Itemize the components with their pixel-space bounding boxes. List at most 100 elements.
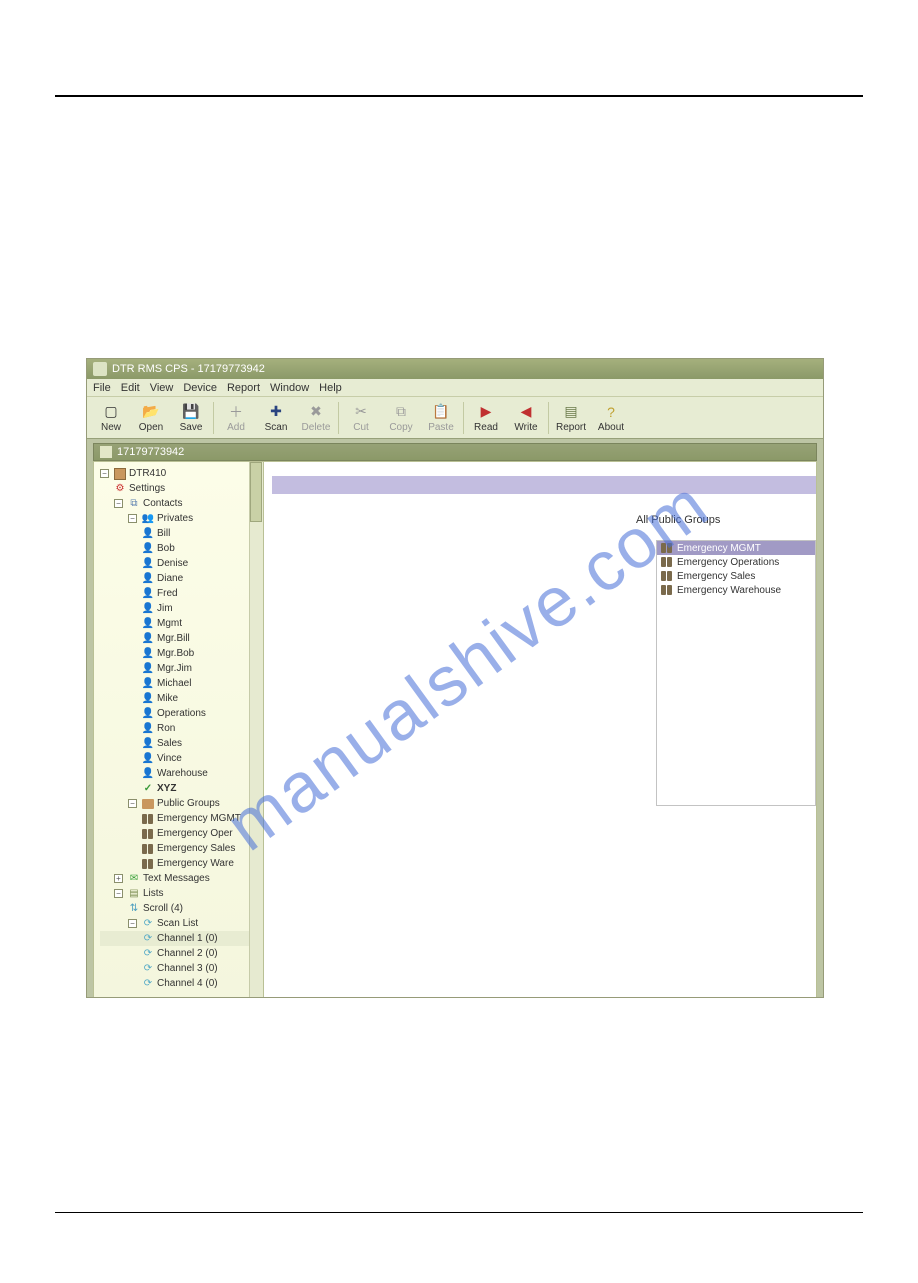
collapse-icon[interactable]: − bbox=[128, 919, 137, 928]
tree-label: Settings bbox=[129, 481, 165, 496]
person-icon: 👤 bbox=[142, 573, 154, 585]
tree-label: Vince bbox=[157, 751, 182, 766]
about-button[interactable]: ?About bbox=[591, 399, 631, 437]
tree-contact[interactable]: 👤Mgr.Bob bbox=[100, 646, 261, 661]
tree-contact[interactable]: 👤Sales bbox=[100, 736, 261, 751]
paste-button[interactable]: 📋Paste bbox=[421, 399, 461, 437]
tree-settings[interactable]: ⚙Settings bbox=[100, 481, 261, 496]
lists-icon: ▤ bbox=[128, 888, 140, 900]
page-top-rule bbox=[55, 95, 863, 97]
scan-button[interactable]: ✚Scan bbox=[256, 399, 296, 437]
tree-contact[interactable]: 👤Michael bbox=[100, 676, 261, 691]
tree-group[interactable]: Emergency Ware bbox=[100, 856, 261, 871]
delete-button[interactable]: ✖Delete bbox=[296, 399, 336, 437]
child-window-titlebar: 17179773942 bbox=[93, 443, 817, 461]
add-button[interactable]: ＋Add bbox=[216, 399, 256, 437]
menu-edit[interactable]: Edit bbox=[121, 382, 140, 394]
tree-contact[interactable]: 👤Vince bbox=[100, 751, 261, 766]
contacts-icon: ⧉ bbox=[128, 498, 140, 510]
tree-contact[interactable]: 👤Jim bbox=[100, 601, 261, 616]
tree-contact[interactable]: 👤Ron bbox=[100, 721, 261, 736]
write-button[interactable]: ◀Write bbox=[506, 399, 546, 437]
list-item[interactable]: Emergency Warehouse bbox=[657, 583, 815, 597]
tree-label: Channel 2 (0) bbox=[157, 946, 218, 961]
new-button[interactable]: ▢New bbox=[91, 399, 131, 437]
tree-root[interactable]: − DTR410 bbox=[100, 466, 261, 481]
child-window-title: 17179773942 bbox=[117, 446, 184, 458]
tree-contact[interactable]: 👤Operations bbox=[100, 706, 261, 721]
groups-listbox[interactable]: Emergency MGMT Emergency Operations Emer… bbox=[656, 540, 816, 806]
tree-contact[interactable]: 👤Diane bbox=[100, 571, 261, 586]
list-item[interactable]: Emergency MGMT bbox=[657, 541, 815, 555]
collapse-icon[interactable]: − bbox=[128, 514, 137, 523]
client-area: −DTR410 ⚙Settings −⧉Contacts −👥Privates … bbox=[93, 461, 817, 998]
list-item[interactable]: Emergency Operations bbox=[657, 555, 815, 569]
open-label: Open bbox=[139, 422, 163, 433]
tree-privates[interactable]: −👥Privates bbox=[100, 511, 261, 526]
channel-icon: ⟳ bbox=[142, 978, 154, 990]
tree-contact[interactable]: 👤Denise bbox=[100, 556, 261, 571]
tree-group[interactable]: Emergency MGMT bbox=[100, 811, 261, 826]
menu-file[interactable]: File bbox=[93, 382, 111, 394]
tree-contact[interactable]: 👤Mike bbox=[100, 691, 261, 706]
paste-icon: 📋 bbox=[432, 403, 450, 421]
person-icon: 👤 bbox=[142, 543, 154, 555]
open-button[interactable]: 📂Open bbox=[131, 399, 171, 437]
tree-contact[interactable]: 👤Warehouse bbox=[100, 766, 261, 781]
radio-icon bbox=[142, 813, 154, 825]
scroll-icon: ⇅ bbox=[128, 903, 140, 915]
tree-label: Operations bbox=[157, 706, 206, 721]
tree-channel[interactable]: ⟳Channel 2 (0) bbox=[100, 946, 261, 961]
menu-report[interactable]: Report bbox=[227, 382, 260, 394]
message-icon: ✉ bbox=[128, 873, 140, 885]
save-icon: 💾 bbox=[182, 403, 200, 421]
tree-label: Scroll (4) bbox=[143, 901, 183, 916]
tree-view[interactable]: −DTR410 ⚙Settings −⧉Contacts −👥Privates … bbox=[94, 462, 263, 995]
tree-scan-list[interactable]: −⟳Scan List bbox=[100, 916, 261, 931]
menu-help[interactable]: Help bbox=[319, 382, 342, 394]
collapse-icon[interactable]: − bbox=[114, 889, 123, 898]
tree-channel[interactable]: ⟳Channel 4 (0) bbox=[100, 976, 261, 991]
cut-button[interactable]: ✂Cut bbox=[341, 399, 381, 437]
tree-label: Denise bbox=[157, 556, 188, 571]
menu-device[interactable]: Device bbox=[183, 382, 217, 394]
tree-text-messages[interactable]: +✉Text Messages bbox=[100, 871, 261, 886]
collapse-icon[interactable]: − bbox=[100, 469, 109, 478]
add-label: Add bbox=[227, 422, 245, 433]
tree-channel[interactable]: ⟳Channel 3 (0) bbox=[100, 961, 261, 976]
tree-label: Mgr.Jim bbox=[157, 661, 192, 676]
tree-label: Sales bbox=[157, 736, 182, 751]
tree-contact[interactable]: 👤Bob bbox=[100, 541, 261, 556]
tree-contact[interactable]: 👤Bill bbox=[100, 526, 261, 541]
person-icon: 👤 bbox=[142, 753, 154, 765]
tree-xyz[interactable]: ✓XYZ bbox=[100, 781, 261, 796]
collapse-icon[interactable]: − bbox=[128, 799, 137, 808]
tree-group[interactable]: Emergency Oper bbox=[100, 826, 261, 841]
read-button[interactable]: ▶Read bbox=[466, 399, 506, 437]
tree-label: Channel 3 (0) bbox=[157, 961, 218, 976]
tree-contact[interactable]: 👤Mgmt bbox=[100, 616, 261, 631]
tree-contact[interactable]: 👤Fred bbox=[100, 586, 261, 601]
copy-button[interactable]: ⧉Copy bbox=[381, 399, 421, 437]
scroll-thumb[interactable] bbox=[250, 462, 262, 522]
tree-lists[interactable]: −▤Lists bbox=[100, 886, 261, 901]
tree-contacts[interactable]: −⧉Contacts bbox=[100, 496, 261, 511]
report-button[interactable]: ▤Report bbox=[551, 399, 591, 437]
tree-contact[interactable]: 👤Mgr.Bill bbox=[100, 631, 261, 646]
menu-window[interactable]: Window bbox=[270, 382, 309, 394]
radio-icon bbox=[142, 828, 154, 840]
expand-icon[interactable]: + bbox=[114, 874, 123, 883]
menu-view[interactable]: View bbox=[150, 382, 174, 394]
tree-label: DTR410 bbox=[129, 466, 166, 481]
list-item[interactable]: Emergency Sales bbox=[657, 569, 815, 583]
tree-public-groups[interactable]: −Public Groups bbox=[100, 796, 261, 811]
scrollbar[interactable] bbox=[249, 462, 263, 998]
tree-group[interactable]: Emergency Sales bbox=[100, 841, 261, 856]
save-button[interactable]: 💾Save bbox=[171, 399, 211, 437]
tree-contact[interactable]: 👤Mgr.Jim bbox=[100, 661, 261, 676]
tree-channel[interactable]: ⟳Channel 1 (0) bbox=[100, 931, 261, 946]
tree-label: Ron bbox=[157, 721, 175, 736]
paste-label: Paste bbox=[428, 422, 454, 433]
tree-scroll[interactable]: ⇅Scroll (4) bbox=[100, 901, 261, 916]
collapse-icon[interactable]: − bbox=[114, 499, 123, 508]
